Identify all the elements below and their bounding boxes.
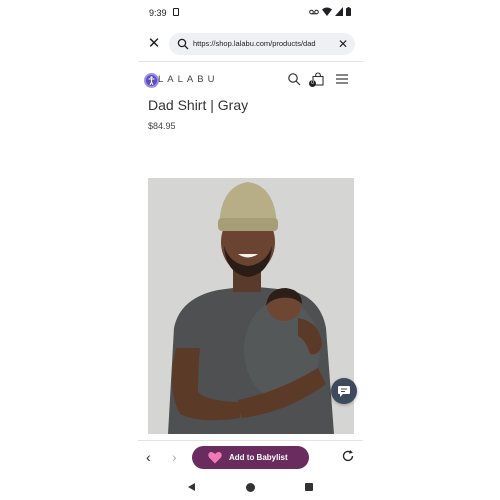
clear-url-icon[interactable]: ✕ [338, 36, 348, 52]
back-arrow-icon[interactable]: ‹ [146, 450, 151, 464]
status-time: 9:39 [149, 8, 167, 18]
chat-icon [338, 386, 350, 397]
product-title: Dad Shirt | Gray [148, 97, 249, 113]
chat-button[interactable] [331, 378, 357, 404]
system-back-icon[interactable] [188, 483, 195, 491]
toolbar-divider [138, 61, 363, 62]
site-header: LALABU 0 [138, 68, 363, 92]
bottom-toolbar: ‹ › Add to Babylist [138, 440, 363, 472]
reload-icon[interactable] [341, 449, 355, 463]
search-icon [177, 38, 189, 50]
add-to-babylist-label: Add to Babylist [229, 453, 288, 462]
phone-screen: 9:39 ✕ https://shop.lalabu.com/products/… [138, 0, 363, 500]
forward-arrow-icon[interactable]: › [172, 450, 177, 464]
system-navigation-bar [138, 476, 363, 500]
site-logo[interactable]: LALABU [158, 74, 218, 85]
product-image[interactable] [148, 178, 354, 434]
url-text[interactable]: https://shop.lalabu.com/products/dad [193, 39, 329, 48]
product-photo [148, 178, 354, 434]
wifi-icon [322, 7, 332, 16]
status-icons [309, 7, 351, 16]
system-home-icon[interactable] [246, 483, 255, 492]
url-bar[interactable]: https://shop.lalabu.com/products/dad ✕ [169, 33, 355, 55]
cart-count-badge: 0 [309, 80, 316, 87]
product-price: $84.95 [148, 121, 176, 131]
search-icon[interactable] [287, 72, 301, 86]
status-bar: 9:39 [138, 4, 363, 22]
menu-icon[interactable] [335, 72, 349, 86]
accessibility-icon[interactable] [144, 73, 159, 88]
add-to-babylist-button[interactable]: Add to Babylist [192, 446, 309, 469]
system-recents-icon[interactable] [305, 483, 313, 491]
heart-icon [208, 452, 222, 464]
signal-icon [335, 7, 343, 16]
close-icon[interactable]: ✕ [146, 36, 162, 52]
battery-icon [346, 7, 351, 16]
sim-icon [173, 8, 179, 16]
voicemail-icon [309, 9, 319, 14]
browser-toolbar: ✕ https://shop.lalabu.com/products/dad ✕ [138, 32, 363, 58]
